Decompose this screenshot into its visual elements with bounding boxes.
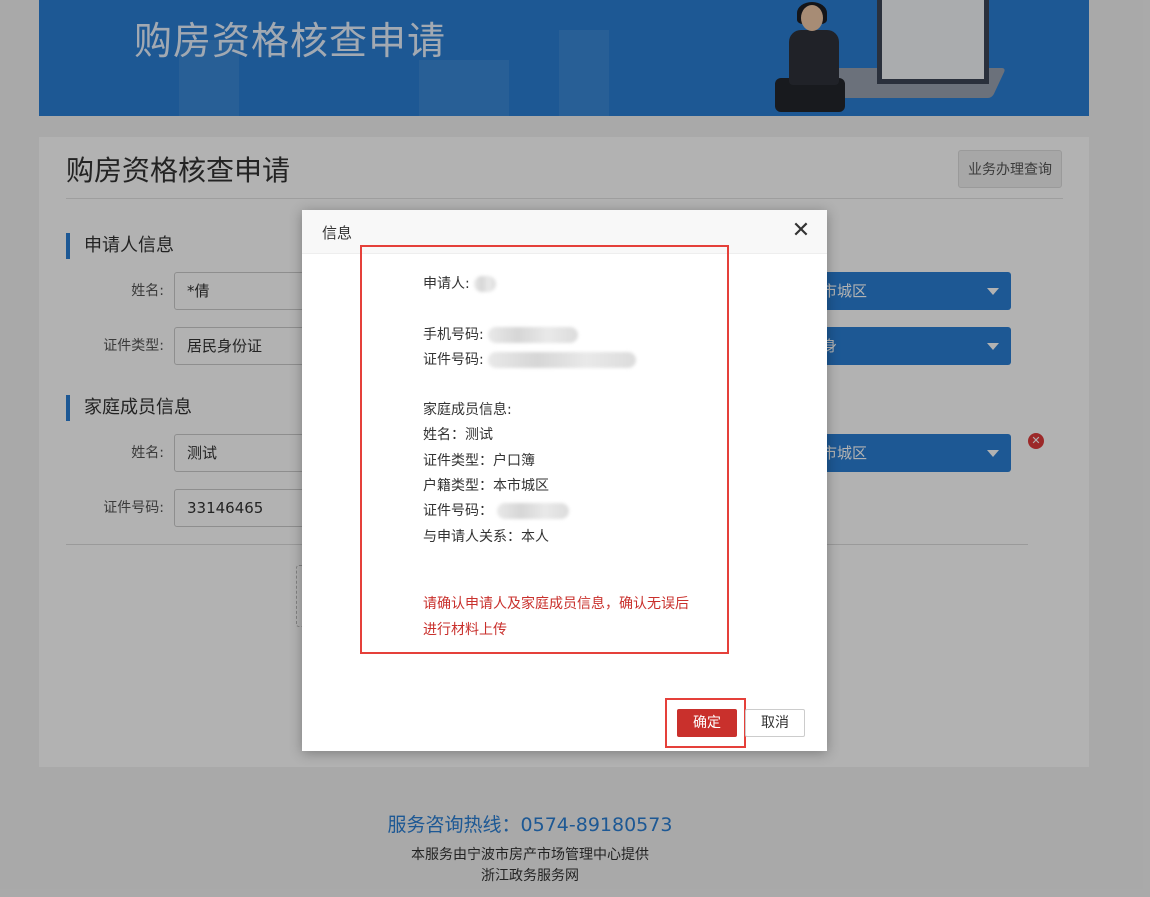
dialog-title: 信息 [322, 224, 353, 242]
member-relation-line: 与申请人关系：本人 [423, 529, 549, 545]
confirm-warning-line2: 进行材料上传 [423, 622, 507, 638]
member-name-line: 姓名：测试 [423, 427, 493, 443]
member-id-number-line: 证件号码： [423, 500, 570, 520]
id-number-line: 证件号码: [423, 349, 637, 369]
member-household-line: 户籍类型：本市城区 [423, 478, 549, 494]
member-id-type-line: 证件类型：户口簿 [423, 453, 535, 469]
cancel-button[interactable]: 取消 [745, 709, 805, 737]
applicant-label: 申请人: [423, 276, 470, 292]
redacted-value [488, 352, 637, 368]
id-number-label: 证件号码: [423, 352, 484, 368]
phone-line: 手机号码: [423, 324, 579, 344]
phone-label: 手机号码: [423, 327, 484, 343]
family-heading: 家庭成员信息: [423, 402, 512, 418]
redacted-value [474, 276, 497, 292]
confirm-warning-line1: 请确认申请人及家庭成员信息，确认无误后 [423, 596, 689, 612]
redacted-value [488, 327, 579, 343]
member-id-number-label: 证件号码： [423, 503, 493, 519]
redacted-value [497, 503, 570, 519]
close-icon[interactable]: ✕ [790, 220, 812, 242]
info-dialog: 信息 ✕ 申请人: 手机号码: 证件号码: 家庭成员信息: 姓名：测试 证件类型… [302, 210, 827, 751]
applicant-line: 申请人: [423, 273, 497, 293]
confirm-button[interactable]: 确定 [677, 709, 737, 737]
